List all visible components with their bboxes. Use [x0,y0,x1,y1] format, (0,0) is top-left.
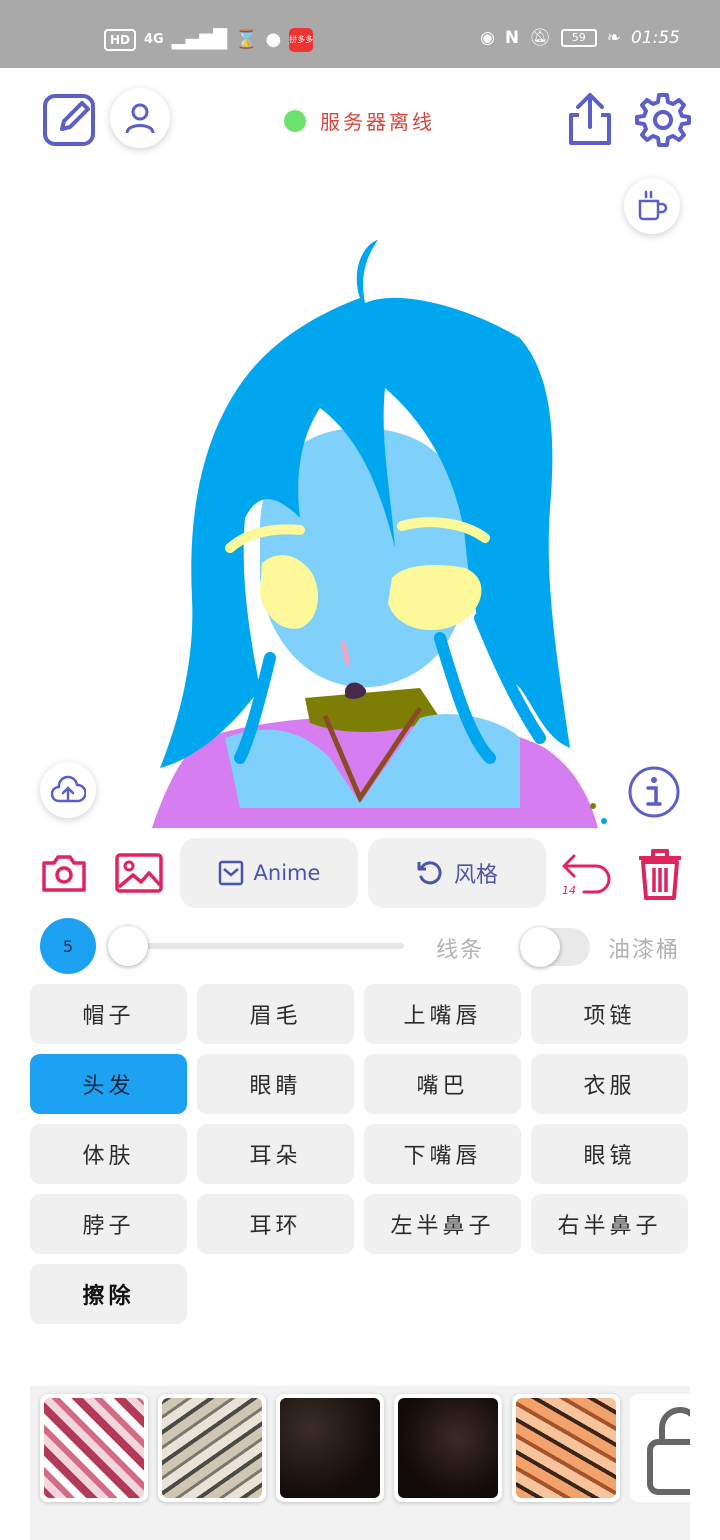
settings-button[interactable] [634,90,692,148]
share-button[interactable] [562,90,618,148]
nfc-icon: N [504,28,520,48]
server-status: 服务器离线 [284,106,435,135]
line-mode-label: 线条 [436,938,485,963]
part-button[interactable]: 帽子 [30,984,187,1044]
gallery-button[interactable] [114,850,164,896]
texture-swatch [398,1398,498,1498]
profile-button[interactable] [110,88,170,148]
user-icon [125,103,155,134]
battery-icon: 59 [560,29,597,47]
gear-icon [635,93,691,147]
part-button[interactable]: 体肤 [30,1124,187,1184]
texture-grey-ink-wash[interactable] [158,1394,266,1502]
signal-icon: 4G [144,32,164,47]
brush-controls: 5 线条 油漆桶 [0,918,720,974]
texture-dark-leather-2[interactable] [394,1394,502,1502]
qq-penguin-icon: ● [265,29,282,50]
part-selector-grid: 帽子 眉毛 上嘴唇 项链头发 眼睛 嘴巴 衣服体肤 耳朵 下嘴唇 眼镜脖子 耳环 左半鼻子 右半鼻子擦除 [30,984,690,1324]
part-button[interactable]: 项链 [531,984,688,1044]
texture-swatch [516,1398,616,1498]
style-label: 风格 [453,863,498,888]
texture-dark-leather[interactable] [276,1394,384,1502]
pinduoduo-app-icon: 拼多多 [289,28,314,52]
eye-icon: ◉ [480,28,495,48]
signal-bars-icon: ▂▄▆█ [171,29,228,50]
mute-bell-icon: 🔕︎ [529,28,551,48]
bucket-toggle[interactable] [520,927,590,967]
brush-size-value: 5 [40,918,96,974]
texture-swatch [44,1398,144,1498]
sketch-drawing [152,240,607,828]
model-select-button[interactable]: Anime [180,838,358,908]
share-icon [569,93,611,145]
server-status-dot [284,109,306,132]
texture-swatch [162,1398,262,1498]
part-button[interactable]: 眼镜 [531,1124,688,1184]
status-right: ◉ N 🔕︎ 59 ❧ 01:55 [480,28,680,48]
bucket-mode-label: 油漆桶 [608,938,681,963]
edit-square-icon [43,94,95,146]
part-button[interactable]: 眼睛 [197,1054,354,1114]
undo-count: 14 [562,884,576,897]
part-button[interactable]: 嘴巴 [364,1054,521,1114]
rotate-icon [417,861,442,885]
part-button[interactable]: 上嘴唇 [364,984,521,1044]
lock-icon [647,1407,690,1495]
texture-strip[interactable] [30,1386,690,1540]
image-icon [115,853,163,893]
drawing-canvas[interactable] [0,218,720,828]
info-button[interactable] [626,764,682,820]
part-button[interactable]: 眉毛 [197,984,354,1044]
drawing-app: 服务器离线 Anime 风格 14 5 线条 油漆桶 帽子 眉毛 上嘴唇 项链 … [0,68,720,1540]
part-button[interactable]: 左半鼻子 [364,1194,521,1254]
checkbox-icon [218,860,243,886]
part-button[interactable]: 衣服 [531,1054,688,1114]
camera-button[interactable] [40,850,88,896]
trash-icon [639,849,681,900]
part-button[interactable]: 擦除 [30,1264,187,1324]
bucket-toggle-knob [520,927,560,967]
brush-size-slider[interactable] [112,943,404,949]
part-button[interactable]: 下嘴唇 [364,1124,521,1184]
leaf-icon: ❧ [606,28,621,48]
part-button[interactable]: 头发 [30,1054,187,1114]
info-icon [628,766,680,818]
eye-right-stroke [388,565,482,631]
new-sketch-button[interactable] [40,90,100,148]
status-bar: HD 4G ▂▄▆█ ⌛ ● 拼多多 ◉ N 🔕︎ 59 ❧ 01:55 [0,0,720,68]
tool-row: Anime 风格 14 [0,838,720,910]
model-select-label: Anime [253,861,321,885]
clear-canvas-button[interactable] [632,844,688,904]
part-button[interactable]: 右半鼻子 [531,1194,688,1254]
camera-icon [42,855,86,892]
texture-red-white-marble[interactable] [40,1394,148,1502]
cloud-upload-icon [50,775,86,803]
part-button[interactable]: 耳朵 [197,1124,354,1184]
texture-orange-tiger[interactable] [512,1394,620,1502]
part-button[interactable]: 脖子 [30,1194,187,1254]
undo-button[interactable]: 14 [560,846,616,902]
part-button[interactable]: 耳环 [197,1194,354,1254]
style-button[interactable]: 风格 [368,838,546,908]
server-status-text: 服务器离线 [320,110,435,134]
status-left: HD 4G ▂▄▆█ ⌛ ● 拼多多 [104,28,314,52]
brush-size-thumb[interactable] [108,926,148,966]
hd-indicator: HD [104,29,137,51]
texture-swatch [280,1398,380,1498]
hourglass-icon: ⌛ [235,29,258,50]
texture-locked[interactable] [630,1394,690,1502]
upload-button[interactable] [40,762,96,818]
clock: 01:55 [631,28,680,48]
